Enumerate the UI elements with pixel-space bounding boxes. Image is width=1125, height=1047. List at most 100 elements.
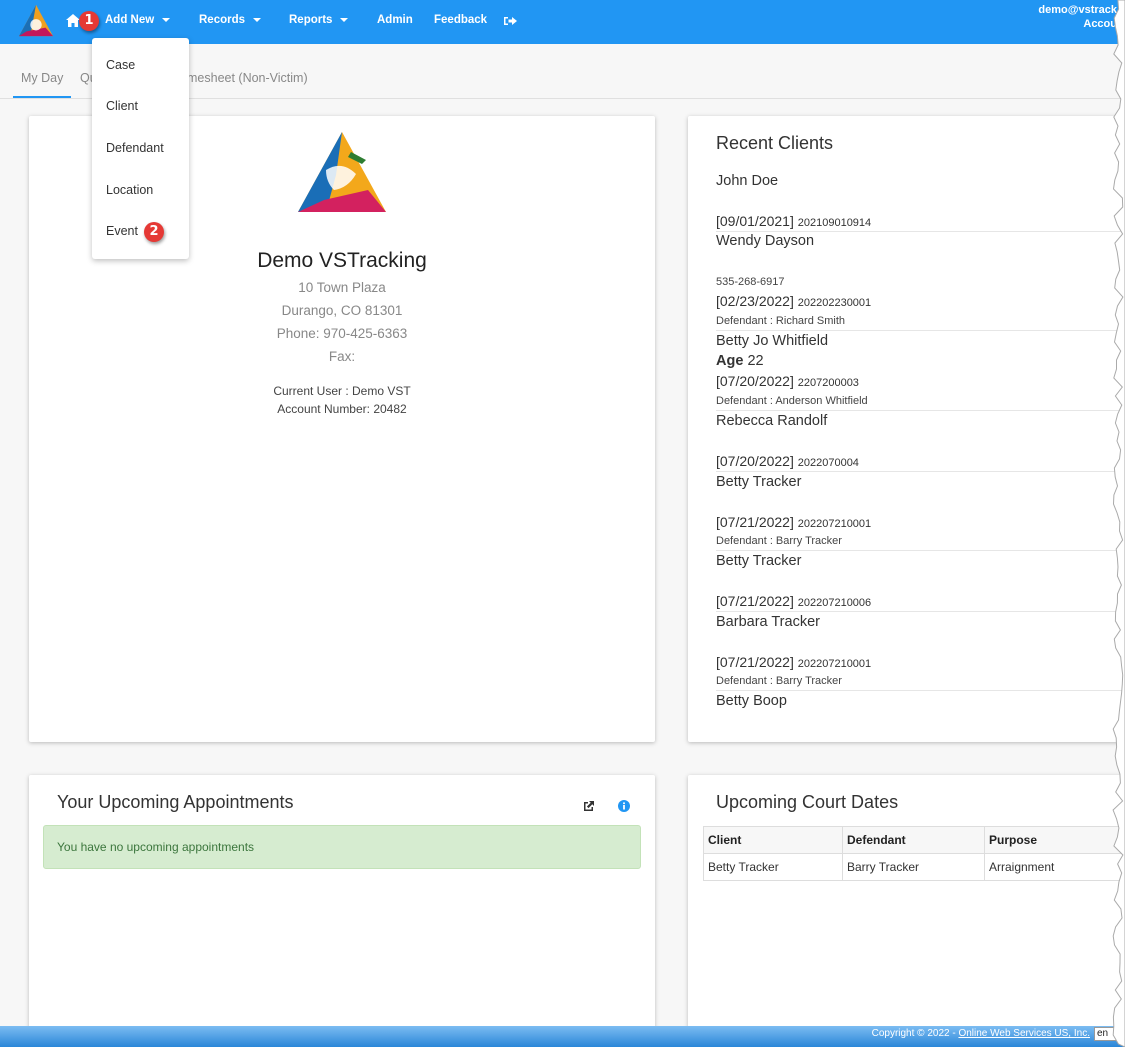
recent-client-name[interactable]: John Doe bbox=[716, 173, 778, 189]
recent-client-case[interactable]: [07/21/2022] 202207210006 bbox=[716, 593, 871, 609]
recent-client-case[interactable]: [07/21/2022] 202207210001 bbox=[716, 654, 871, 670]
upcoming-appointments-card: Your Upcoming Appointments You have no u… bbox=[29, 775, 655, 1035]
info-icon[interactable] bbox=[617, 799, 631, 813]
menu-item-location[interactable]: Location bbox=[106, 183, 153, 197]
add-new-dropdown-menu: Case Client Defendant Location Event 2 bbox=[92, 38, 189, 259]
nav-records-label: Records bbox=[199, 14, 246, 26]
recent-client-name[interactable]: Betty Jo Whitfield bbox=[716, 333, 828, 349]
organization-phone: Phone: 970-425-6363 bbox=[276, 326, 408, 341]
recent-client-defendant: Defendant : Barry Tracker bbox=[716, 535, 842, 547]
step-badge-2: 2 bbox=[144, 222, 164, 242]
footer: Copyright © 2022 - Online Web Services U… bbox=[0, 1026, 1125, 1047]
divider bbox=[716, 231, 1125, 232]
divider bbox=[716, 410, 1125, 411]
recent-client-name[interactable]: Betty Tracker bbox=[716, 474, 801, 490]
age-value: 22 bbox=[747, 353, 764, 369]
case-date: [07/21/2022] bbox=[716, 514, 794, 530]
recent-client-defendant: Defendant : Barry Tracker bbox=[716, 675, 842, 687]
company-link[interactable]: Online Web Services US, Inc. bbox=[958, 1028, 1090, 1039]
no-appointments-alert: You have no upcoming appointments bbox=[43, 825, 641, 869]
organization-logo-icon bbox=[298, 132, 386, 212]
cell-purpose: Arraignment bbox=[984, 853, 1125, 881]
nav-reports[interactable]: Reports bbox=[289, 14, 349, 26]
column-header-defendant: Defendant bbox=[842, 826, 985, 854]
recent-client-age: Age 22 bbox=[716, 353, 764, 369]
step-badge-1: 1 bbox=[79, 11, 99, 31]
divider bbox=[716, 330, 1125, 331]
divider bbox=[716, 471, 1125, 472]
organization-address-2: Durango, CO 81301 bbox=[281, 303, 403, 318]
nav-records[interactable]: Records bbox=[199, 14, 262, 26]
case-date: [07/21/2022] bbox=[716, 593, 794, 609]
copyright-prefix: Copyright © 2022 - bbox=[871, 1028, 959, 1039]
age-label: Age bbox=[716, 353, 744, 369]
nav-add-new-label: Add New bbox=[105, 14, 155, 26]
recent-client-name[interactable]: Wendy Dayson bbox=[716, 233, 814, 249]
case-date: [07/20/2022] bbox=[716, 373, 794, 389]
current-user: Current User : Demo VST bbox=[273, 384, 411, 398]
recent-client-phone: 535-268-6917 bbox=[716, 276, 785, 288]
recent-client-name[interactable]: Barbara Tracker bbox=[716, 614, 820, 630]
torn-edge-decoration bbox=[1112, 0, 1125, 1047]
tab-my-day[interactable]: My Day bbox=[21, 71, 63, 85]
case-number: 202109010914 bbox=[797, 217, 872, 229]
case-date: [09/01/2021] bbox=[716, 213, 794, 229]
nav-admin[interactable]: Admin bbox=[377, 14, 413, 26]
case-number: 2207200003 bbox=[797, 377, 859, 389]
appointments-title: Your Upcoming Appointments bbox=[57, 792, 294, 812]
account-number: Account Number: 20482 bbox=[277, 402, 407, 416]
recent-client-name[interactable]: Betty Boop bbox=[716, 693, 787, 709]
tab-timesheet-non-victim[interactable]: mesheet (Non-Victim) bbox=[187, 71, 308, 85]
nav-feedback[interactable]: Feedback bbox=[434, 14, 487, 26]
upcoming-court-dates-card: Upcoming Court Dates Client Defendant Pu… bbox=[688, 775, 1125, 1035]
case-number: 202207210006 bbox=[797, 597, 872, 609]
recent-client-case[interactable]: [07/21/2022] 202207210001 bbox=[716, 514, 871, 530]
case-number: 2022070004 bbox=[797, 457, 859, 469]
case-date: [07/20/2022] bbox=[716, 453, 794, 469]
table-row[interactable]: Betty Tracker Barry Tracker Arraignment bbox=[703, 853, 1125, 881]
cell-defendant: Barry Tracker bbox=[842, 853, 985, 881]
case-number: 202202230001 bbox=[797, 297, 872, 309]
recent-client-case[interactable]: [07/20/2022] 2022070004 bbox=[716, 453, 859, 469]
recent-clients-card: Recent Clients John Doe [09/01/2021] 202… bbox=[688, 116, 1125, 742]
recent-client-name[interactable]: Rebecca Randolf bbox=[716, 413, 827, 429]
recent-client-defendant: Defendant : Anderson Whitfield bbox=[716, 395, 868, 407]
menu-item-case[interactable]: Case bbox=[106, 58, 135, 72]
external-link-icon[interactable] bbox=[582, 799, 596, 813]
court-dates-table: Client Defendant Purpose Betty Tracker B… bbox=[703, 826, 1125, 881]
recent-client-case[interactable]: [02/23/2022] 202202230001 bbox=[716, 293, 871, 309]
divider bbox=[716, 550, 1125, 551]
caret-down-icon bbox=[253, 17, 262, 22]
menu-item-event[interactable]: Event bbox=[106, 224, 138, 238]
caret-down-icon bbox=[340, 17, 349, 22]
court-dates-title: Upcoming Court Dates bbox=[716, 792, 899, 812]
recent-client-case[interactable]: [07/20/2022] 2207200003 bbox=[716, 373, 859, 389]
organization-fax: Fax: bbox=[328, 349, 356, 364]
nav-add-new[interactable]: Add New bbox=[105, 14, 171, 26]
cell-client: Betty Tracker bbox=[703, 853, 843, 881]
recent-client-case[interactable]: [09/01/2021] 202109010914 bbox=[716, 213, 871, 229]
column-header-client: Client bbox=[703, 826, 843, 854]
case-number: 202207210001 bbox=[797, 518, 872, 530]
caret-down-icon bbox=[162, 17, 171, 22]
case-date: [02/23/2022] bbox=[716, 293, 794, 309]
copyright-text: Copyright © 2022 - Online Web Services U… bbox=[872, 1028, 1090, 1039]
app-logo-icon[interactable] bbox=[17, 3, 55, 39]
home-icon[interactable] bbox=[66, 14, 80, 27]
sign-out-icon[interactable] bbox=[504, 15, 517, 27]
case-number: 202207210001 bbox=[797, 658, 872, 670]
menu-item-client[interactable]: Client bbox=[106, 99, 138, 113]
menu-item-defendant[interactable]: Defendant bbox=[106, 141, 164, 155]
divider bbox=[716, 611, 1125, 612]
recent-client-name[interactable]: Betty Tracker bbox=[716, 553, 801, 569]
divider bbox=[716, 690, 1125, 691]
user-email-link[interactable]: demo@vstrack bbox=[1038, 4, 1117, 16]
organization-address-1: 10 Town Plaza bbox=[298, 280, 386, 295]
recent-client-defendant: Defendant : Richard Smith bbox=[716, 315, 846, 327]
recent-clients-title: Recent Clients bbox=[716, 133, 834, 153]
case-date: [07/21/2022] bbox=[716, 654, 794, 670]
nav-reports-label: Reports bbox=[289, 14, 333, 26]
active-tab-indicator bbox=[13, 96, 71, 98]
table-header-row: Client Defendant Purpose bbox=[703, 826, 1125, 854]
column-header-purpose: Purpose bbox=[984, 826, 1125, 854]
